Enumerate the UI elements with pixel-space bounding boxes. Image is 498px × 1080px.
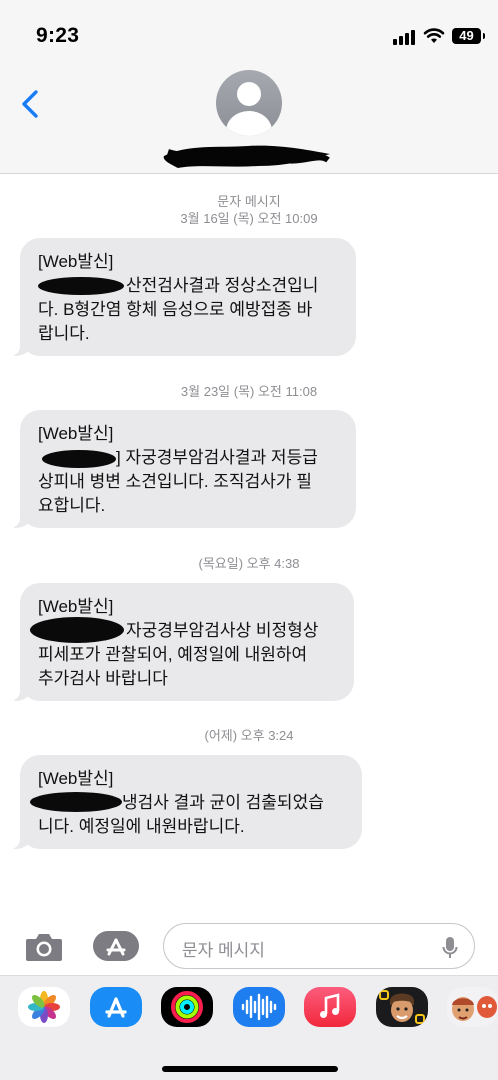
message-line: [Web발신] <box>38 597 114 616</box>
message-line: 다. B형간염 항체 음성으로 예방접종 바 <box>38 300 313 319</box>
redaction-mark <box>38 277 124 295</box>
app-store-button[interactable] <box>92 929 140 963</box>
chevron-left-icon <box>22 90 38 118</box>
message-line: 랍니다. <box>38 324 90 343</box>
message-input[interactable]: 문자 메시지 <box>163 923 475 969</box>
message-timestamp: (어제) 오후 3:24 <box>204 728 294 743</box>
memoji-app-icon[interactable] <box>376 987 428 1027</box>
message-line: [Web발신] <box>38 252 114 271</box>
photos-app-icon[interactable] <box>18 987 70 1027</box>
status-time: 9:23 <box>36 24 80 47</box>
wifi-icon <box>423 28 445 43</box>
message-bubble[interactable]: [Web발신] 냉검사 결과 균이 검출되었습 니다. 예정일에 내원바랍니다. <box>8 755 362 849</box>
message-bubble[interactable]: [Web발신] 자궁경부암검사상 비정형상 피세포가 관찰되어, 예정일에 내원… <box>8 583 354 701</box>
message-timestamp: (목요일) 오후 4:38 <box>198 556 300 571</box>
redaction-mark <box>30 792 122 812</box>
message-line: 요합니다. <box>38 496 106 515</box>
battery-indicator: 49 <box>452 28 485 44</box>
contact-avatar[interactable] <box>216 70 282 136</box>
redaction-mark <box>42 450 116 468</box>
message-line: 피세포가 관찰되어, 예정일에 내원하여 <box>38 645 308 664</box>
voice-memos-app-icon[interactable] <box>233 987 285 1027</box>
imessage-app-drawer <box>0 975 498 1080</box>
music-app-icon[interactable] <box>304 987 356 1027</box>
message-line: [Web발신] <box>38 424 114 443</box>
status-bar: 9:23 49 <box>0 0 498 64</box>
contact-name-redacted[interactable] <box>158 142 334 170</box>
compose-bar: 문자 메시지 <box>0 915 498 975</box>
back-button[interactable] <box>14 84 50 124</box>
redaction-mark <box>30 617 124 643</box>
microphone-icon[interactable] <box>442 936 458 960</box>
message-bubble[interactable]: [Web발신] ] 자궁경부암검사결과 저등급 상피내 병변 소견입니다. 조직… <box>8 410 356 528</box>
home-indicator[interactable] <box>162 1066 338 1072</box>
camera-button[interactable] <box>24 930 64 964</box>
message-line: 추가검사 바랍니다 <box>38 669 168 688</box>
cellular-signal-icon <box>393 29 415 45</box>
conversation-header <box>0 64 498 174</box>
message-bubble[interactable]: [Web발신] 산전검사결과 정상소견입니 다. B형간염 항체 음성으로 예방… <box>8 238 356 356</box>
message-input-placeholder: 문자 메시지 <box>182 941 265 960</box>
fitness-app-icon[interactable] <box>161 987 213 1027</box>
person-silhouette-icon <box>237 82 261 106</box>
message-thread[interactable]: 문자 메시지 3월 16일 (목) 오전 10:09 [Web발신] 산전검사결… <box>0 175 498 915</box>
memoji-sticker-app-icon[interactable] <box>447 987 498 1027</box>
message-timestamp: 3월 16일 (목) 오전 10:09 <box>180 211 318 226</box>
message-timestamp: 3월 23일 (목) 오전 11:08 <box>180 384 318 399</box>
message-line: 상피내 병변 소견입니다. 조직검사가 필 <box>38 472 312 491</box>
camera-icon <box>26 934 62 961</box>
message-line: 니다. 예정일에 내원바랍니다. <box>38 817 245 836</box>
app-store-icon <box>93 931 139 961</box>
message-line: [Web발신] <box>38 769 114 788</box>
app-store-app-icon[interactable] <box>90 987 142 1027</box>
